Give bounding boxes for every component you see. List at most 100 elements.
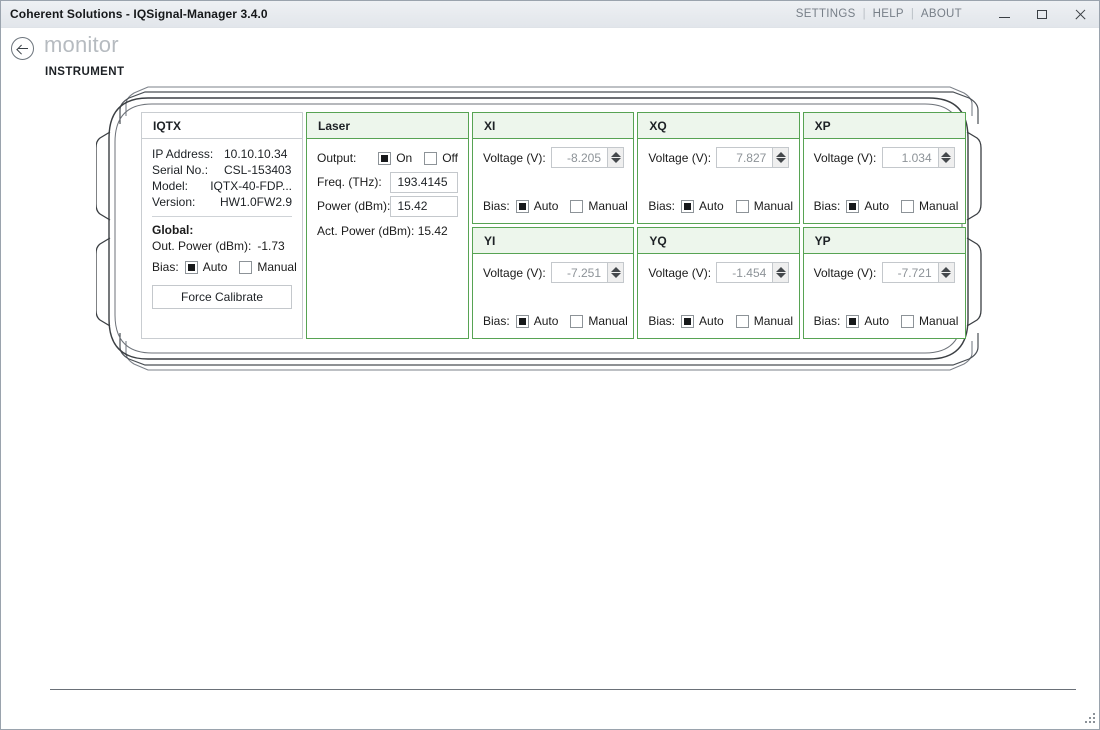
channel-yp-bias-manual-checkbox[interactable] [901,314,915,328]
model-value: IQTX-40-FDP... [210,179,292,193]
channel-xq-voltage-label: Voltage (V): [648,150,712,165]
laser-output-row: Output: On Off [317,146,458,170]
channel-yi-spin-buttons[interactable] [607,262,624,283]
laser-output-off-label: Off [442,151,458,165]
iqtx-bias-auto-checkbox[interactable] [184,260,198,274]
channel-yp-bias-manual-label: Manual [919,314,959,328]
channel-yp-bias-auto-label: Auto [864,314,890,328]
channel-xi-bias-manual-checkbox[interactable] [570,199,584,213]
iqtx-bias-manual-label: Manual [257,260,297,274]
channel-yp-bias-auto-checkbox[interactable] [846,314,860,328]
iqtx-bias-manual-checkbox[interactable] [239,260,253,274]
channel-yq-bias-manual-label: Manual [753,314,794,328]
minimize-button[interactable] [985,1,1023,28]
chevron-down-icon[interactable] [941,273,952,278]
chevron-up-icon[interactable] [775,152,786,157]
chevron-up-icon[interactable] [941,152,952,157]
close-icon [1074,9,1086,21]
channel-yq-voltage-spinner[interactable]: -1.454 [716,262,790,283]
chevron-up-icon[interactable] [610,267,621,272]
channel-xq-voltage-row: Voltage (V): 7.827 [638,139,798,168]
channel-xp-spin-buttons[interactable] [937,147,955,168]
channel-xp-bias-manual-label: Manual [919,199,959,213]
maximize-icon [1037,10,1047,19]
chevron-up-icon[interactable] [941,267,952,272]
channel-xq-voltage-input[interactable]: 7.827 [716,147,773,168]
laser-freq-input[interactable]: 193.4145 [390,171,458,193]
chevron-down-icon[interactable] [610,273,621,278]
channel-xp-bias-auto-checkbox[interactable] [846,199,860,213]
channel-yi-header: YI [473,228,634,254]
chevron-up-icon[interactable] [610,152,621,157]
channel-xp-voltage-input[interactable]: 1.034 [881,147,938,168]
channel-xq-bias-auto-label: Auto [699,199,724,213]
iqtx-panel-header: IQTX [142,113,302,139]
channel-xq-bias-auto-checkbox[interactable] [681,199,695,213]
page-subtitle: INSTRUMENT [45,66,125,78]
back-button[interactable] [11,37,34,60]
force-calibrate-button[interactable]: Force Calibrate [152,285,292,309]
channel-yp-bias-label: Bias: [813,314,841,328]
chevron-up-icon[interactable] [775,267,786,272]
channel-yi-bias-row: Bias: Auto Manual [473,312,633,330]
channel-yq-bias-manual-checkbox[interactable] [735,314,749,328]
channel-xq-voltage-spinner[interactable]: 7.827 [716,147,790,168]
channel-yp-voltage-spinner[interactable]: -7.721 [881,262,955,283]
laser-panel-title: Laser [318,118,351,133]
iqtx-bias-auto-label: Auto [202,260,228,274]
channel-xi-spin-buttons[interactable] [607,147,624,168]
channel-yi-voltage-input[interactable]: -7.251 [551,262,607,283]
iqtx-bias-label: Bias: [152,260,179,274]
channel-yp-voltage-label: Voltage (V): [813,265,877,280]
close-button[interactable] [1061,1,1099,28]
channel-yi-bias-wrap: Bias: Auto Manual [473,309,633,330]
channel-xq-bias-manual-checkbox[interactable] [735,199,749,213]
channel-xi-voltage-spinner[interactable]: -8.205 [551,147,624,168]
global-section-title: Global: [152,223,194,237]
chevron-down-icon[interactable] [610,158,621,163]
channel-yq-bias-auto-checkbox[interactable] [681,314,695,328]
channel-panel-xq: XQ Voltage (V): 7.827 Bias: Auto Manual [637,112,800,224]
laser-output-on-label: On [396,151,413,165]
menu-item-help[interactable]: HELP [866,8,911,20]
chevron-down-icon[interactable] [941,158,952,163]
channel-yq-voltage-input[interactable]: -1.454 [716,262,773,283]
iqtx-divider [152,216,292,217]
resize-grip[interactable] [1083,713,1095,725]
channel-yp-body: Voltage (V): -7.721 Bias: Auto Manual [804,254,965,338]
chevron-down-icon[interactable] [775,273,786,278]
version-label: Version: [152,195,196,209]
channel-yq-bias-wrap: Bias: Auto Manual [638,309,798,330]
channel-yq-spin-buttons[interactable] [772,262,790,283]
laser-panel-header: Laser [307,113,468,139]
channel-xi-bias-wrap: Bias: Auto Manual [473,194,633,215]
serial-no-value: CSL-153403 [224,163,292,177]
version-value: HW1.0FW2.9 [219,195,292,209]
channel-yi-bias-manual-checkbox[interactable] [570,314,584,328]
chevron-down-icon[interactable] [775,158,786,163]
channel-yi-bias-auto-label: Auto [533,314,559,328]
info-row-version: Version: HW1.0FW2.9 [152,194,292,210]
laser-power-input[interactable]: 15.42 [390,195,458,217]
channel-yi-voltage-spinner[interactable]: -7.251 [551,262,624,283]
channel-xp-voltage-spinner[interactable]: 1.034 [881,147,955,168]
channel-xi-bias-auto-checkbox[interactable] [515,199,529,213]
laser-output-off-checkbox[interactable] [424,151,438,165]
laser-output-on-checkbox[interactable] [378,151,392,165]
channel-xp-bias-manual-checkbox[interactable] [901,199,915,213]
channel-xq-header: XQ [638,113,799,139]
maximize-button[interactable] [1023,1,1061,28]
channel-yi-voltage-row: Voltage (V): -7.251 [473,254,633,283]
channel-xi-voltage-input[interactable]: -8.205 [551,147,607,168]
channel-yp-header: YP [803,228,965,254]
window-controls [985,1,1099,28]
channel-yp-voltage-input[interactable]: -7.721 [881,262,938,283]
serial-no-label: Serial No.: [152,163,209,177]
menu-item-settings[interactable]: SETTINGS [789,8,863,20]
channel-yp-spin-buttons[interactable] [937,262,955,283]
channel-xq-spin-buttons[interactable] [772,147,790,168]
channel-yp-bias-row: Bias: Auto Manual [804,312,965,330]
channel-xp-bias-label: Bias: [813,199,841,213]
menu-item-about[interactable]: ABOUT [914,8,969,20]
channel-yi-bias-auto-checkbox[interactable] [515,314,529,328]
